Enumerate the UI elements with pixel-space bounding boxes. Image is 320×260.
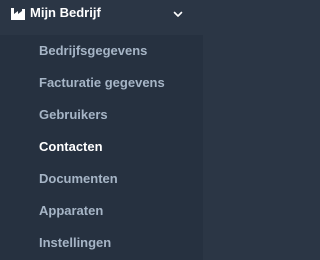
sidebar-item-instellingen[interactable]: Instellingen [39, 234, 111, 252]
sidebar-item-documenten[interactable]: Documenten [39, 170, 118, 188]
chevron-down-icon[interactable] [172, 7, 184, 19]
factory-icon [11, 7, 25, 20]
sidebar-item-facturatie-gegevens[interactable]: Facturatie gegevens [39, 74, 165, 92]
section-header-mijn-bedrijf[interactable]: Mijn Bedrijf [0, 0, 203, 29]
sidebar: Mijn Bedrijf Bedrijfsgegevens Facturatie… [0, 0, 203, 260]
sidebar-item-apparaten[interactable]: Apparaten [39, 202, 103, 220]
sidebar-item-contacten[interactable]: Contacten [39, 138, 103, 156]
submenu: Bedrijfsgegevens Facturatie gegevens Geb… [0, 35, 203, 260]
section-title: Mijn Bedrijf [30, 5, 101, 20]
sidebar-item-bedrijfsgegevens[interactable]: Bedrijfsgegevens [39, 42, 147, 60]
sidebar-item-gebruikers[interactable]: Gebruikers [39, 106, 108, 124]
